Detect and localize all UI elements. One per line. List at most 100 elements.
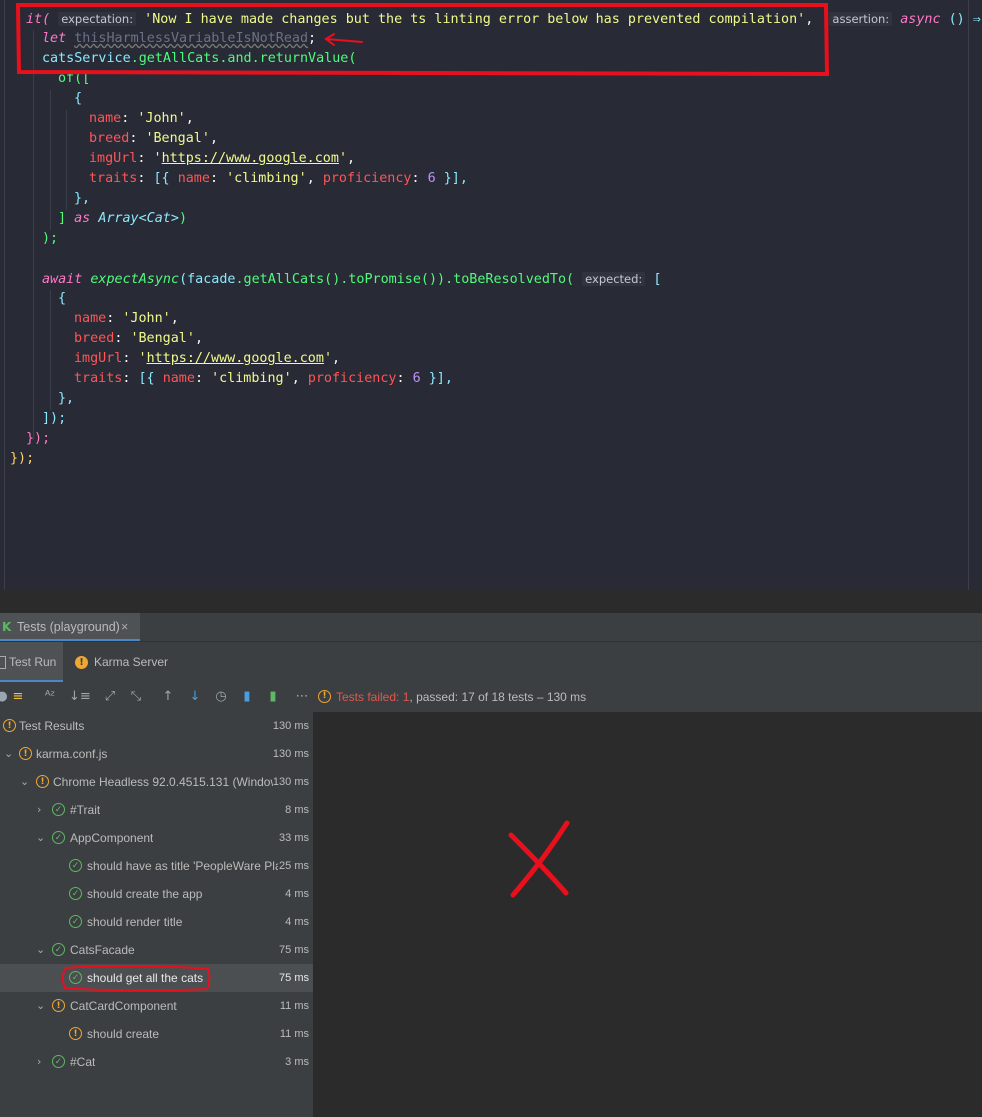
tree-node-test[interactable]: should create 11 ms [0,1020,313,1048]
brace: { [58,291,67,306]
code-line-17: breed: 'Bengal', [74,331,203,346]
indent-guide [66,110,67,210]
expand-all-icon[interactable]: ⤢ [102,689,118,705]
quote: ' [323,351,332,366]
node-label: karma.conf.js [36,747,108,761]
chevron-down-icon[interactable]: ⌄ [4,740,13,768]
tree-node-cat-card-component[interactable]: ⌄ CatCardComponent 11 ms [0,992,313,1020]
tree-node-test[interactable]: should have as title 'PeopleWare Play 25… [0,852,313,880]
node-label: CatCardComponent [70,999,177,1013]
import-icon[interactable]: ▮ [265,689,281,705]
code-editor[interactable]: it( expectation: 'Now I have made change… [0,0,982,590]
tab-tests-playground[interactable]: K Tests (playground) × [0,613,140,641]
code-line-12: ); [42,229,58,249]
previous-icon[interactable]: ↑ [160,689,176,705]
rerun-failed-icon[interactable]: ≡ [10,689,26,705]
annotation-circle [61,965,211,992]
indent-guide [33,30,34,440]
node-duration: 130 ms [272,720,309,732]
tree-node-test[interactable]: should render title 4 ms [0,908,313,936]
node-label: Test Results [19,719,85,733]
tree-node-trait[interactable]: › #Trait 8 ms [0,796,313,824]
tree-node-cats-facade[interactable]: ⌄ CatsFacade 75 ms [0,936,313,964]
code-line-9: traits: [{ name: 'climbing', proficiency… [89,171,468,186]
annotation-arrow [324,33,363,46]
stop-icon[interactable]: ● [0,689,10,705]
tree-node-test-selected[interactable]: should get all the cats 75 ms [0,964,313,992]
code-line-16: name: 'John', [74,311,179,326]
warning-icon [52,992,65,1020]
more-icon[interactable]: ⋯ [294,689,310,705]
tree-node-cat[interactable]: › #Cat 3 ms [0,1048,313,1076]
warning-icon [3,712,16,740]
tool-window-tabbar: K Tests (playground) × [0,613,982,642]
node-label: CatsFacade [70,943,135,957]
status-summary: , passed: 17 of 18 tests – 130 ms [409,690,587,704]
collapse-all-icon[interactable]: ⤡ [128,689,144,705]
string-value: 'climbing' [226,171,307,186]
param-hint-expected: expected: [582,272,646,286]
chevron-down-icon[interactable]: ⌄ [36,992,45,1020]
code-line-8: imgUrl: 'https://www.google.com', [89,151,356,166]
url-link[interactable]: https://www.google.com [147,351,324,366]
object-key: breed [74,331,115,346]
tab-label: Karma Server [94,655,169,669]
quote: ' [338,151,347,166]
next-icon[interactable]: ↓ [187,689,203,705]
quote: ' [153,151,162,166]
string-value: 'John' [122,311,171,326]
bracket: [{ [153,171,178,186]
object-key: breed [89,131,130,146]
chevron-down-icon[interactable]: ⌄ [36,936,45,964]
bracket: }], [420,371,453,386]
editor-separator [0,590,982,613]
matcher-call: .toBeResolvedTo( [445,272,575,287]
url-link[interactable]: https://www.google.com [162,151,339,166]
test-results-tree: Test Results 130 ms ⌄ karma.conf.js 130 … [0,712,313,1117]
brace: { [74,91,83,106]
close-bracket: ]); [42,411,67,426]
warning-icon: ! [75,656,88,669]
node-label: should render title [87,915,183,929]
sort-alpha-icon[interactable]: ᴬᶻ [42,689,58,705]
chevron-down-icon[interactable]: ⌄ [20,768,29,796]
code-line-20: }, [58,389,74,409]
string-value: 'Bengal' [130,331,195,346]
tree-node-test-results[interactable]: Test Results 130 ms [0,712,313,740]
node-duration: 4 ms [285,888,309,900]
node-duration: 8 ms [285,804,309,816]
method-chain: .getAllCats().toPromise()) [235,272,446,287]
object-key: name [74,311,107,326]
chevron-right-icon[interactable]: › [37,1048,41,1076]
chevron-down-icon[interactable]: ⌄ [36,824,45,852]
object-key: proficiency [307,371,397,386]
object-key: name [162,371,195,386]
node-duration: 11 ms [279,1000,309,1012]
bracket: [{ [138,371,163,386]
tab-test-run[interactable]: Test Run [0,642,63,682]
node-duration: 130 ms [272,748,309,760]
tree-node-app-component[interactable]: ⌄ AppComponent 33 ms [0,824,313,852]
test-toolbar: ● ≡ ᴬᶻ ↓≡ ⤢ ⤡ ↑ ↓ ◷ ▮ ▮ ⋯ ! Tests failed… [0,682,982,712]
object-key: name [89,111,122,126]
code-line-11: ] as Array<Cat>) [58,209,187,229]
history-icon[interactable]: ◷ [213,689,229,705]
node-duration: 33 ms [279,832,309,844]
chevron-right-icon[interactable]: › [37,796,41,824]
close-icon[interactable]: × [121,613,128,641]
test-output-pane[interactable] [313,712,982,1117]
facade-ref: facade [187,272,236,287]
sort-duration-icon[interactable]: ↓≡ [69,689,91,705]
tree-node-chrome-headless[interactable]: ⌄ Chrome Headless 92.0.4515.131 (Windows… [0,768,313,796]
export-icon[interactable]: ▮ [239,689,255,705]
code-line-14: await expectAsync(facade.getAllCats().to… [42,269,661,289]
tab-karma-server[interactable]: ! Karma Server [75,642,175,682]
paren: ( [179,272,188,287]
node-label: AppComponent [70,831,154,845]
tree-node-karma-conf[interactable]: ⌄ karma.conf.js 130 ms [0,740,313,768]
passed-icon [52,796,65,824]
warning-icon [69,1020,82,1048]
expect-async-call: expectAsync [90,272,180,287]
tree-node-test[interactable]: should create the app 4 ms [0,880,313,908]
string-value: 'Bengal' [145,131,210,146]
